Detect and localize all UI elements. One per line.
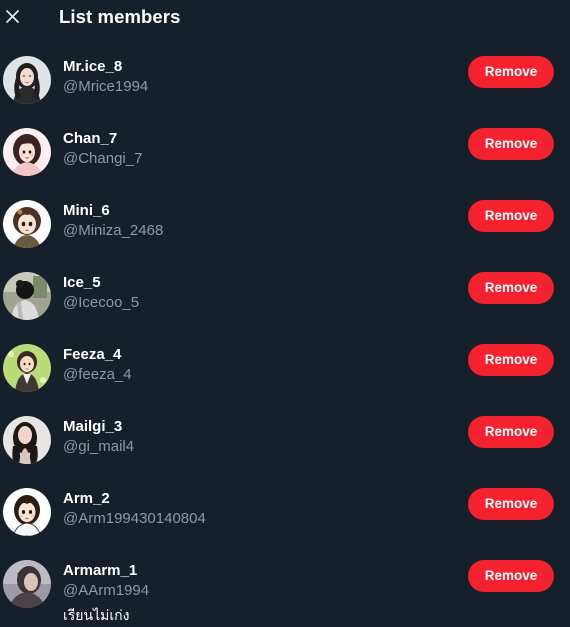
member-name[interactable]: Arm_2 — [63, 490, 110, 507]
list-members-page: List members Mr.ice_8 @Mrice1994 Remove — [0, 0, 570, 627]
member-name[interactable]: Mini_6 — [63, 202, 110, 219]
avatar[interactable] — [3, 56, 51, 104]
member-name[interactable]: Chan_7 — [63, 130, 117, 147]
member-name[interactable]: Feeza_4 — [63, 346, 121, 363]
member-handle[interactable]: @Arm199430140804 — [63, 510, 206, 527]
avatar[interactable] — [3, 416, 51, 464]
member-handle[interactable]: @Changi_7 — [63, 150, 142, 167]
avatar[interactable] — [3, 488, 51, 536]
member-name[interactable]: Mr.ice_8 — [63, 58, 122, 75]
avatar-image — [3, 128, 51, 176]
avatar[interactable] — [3, 200, 51, 248]
member-handle[interactable]: @AArm1994 — [63, 582, 149, 599]
avatar[interactable] — [3, 344, 51, 392]
remove-button[interactable]: Remove — [468, 560, 554, 592]
avatar-image — [3, 56, 51, 104]
avatar-image — [3, 488, 51, 536]
member-name[interactable]: Mailgi_3 — [63, 418, 122, 435]
member-handle[interactable]: @Icecoo_5 — [63, 294, 139, 311]
member-handle[interactable]: @feeza_4 — [63, 366, 132, 383]
avatar-image — [3, 272, 51, 320]
list-item[interactable]: Feeza_4 @feeza_4 Remove — [0, 344, 570, 416]
remove-button[interactable]: Remove — [468, 56, 554, 88]
avatar-image — [3, 560, 51, 608]
close-icon — [6, 10, 19, 23]
list-item[interactable]: Armarm_1 @AArm1994 เรียนไม่เก่ง Remove — [0, 560, 570, 627]
avatar[interactable] — [3, 272, 51, 320]
member-handle[interactable]: @Mrice1994 — [63, 78, 148, 95]
list-item[interactable]: Mr.ice_8 @Mrice1994 Remove — [0, 56, 570, 128]
remove-button[interactable]: Remove — [468, 272, 554, 304]
remove-button[interactable]: Remove — [468, 128, 554, 160]
avatar[interactable] — [3, 128, 51, 176]
member-name[interactable]: Armarm_1 — [63, 562, 137, 579]
remove-button[interactable]: Remove — [468, 416, 554, 448]
page-title: List members — [59, 6, 181, 27]
avatar-image — [3, 200, 51, 248]
header: List members — [0, 0, 570, 36]
list-item[interactable]: Arm_2 @Arm199430140804 Remove — [0, 488, 570, 560]
member-bio: เรียนไม่เก่ง — [63, 607, 130, 623]
list-item[interactable]: Mailgi_3 @gi_mail4 Remove — [0, 416, 570, 488]
list-item[interactable]: Mini_6 @Miniza_2468 Remove — [0, 200, 570, 272]
remove-button[interactable]: Remove — [468, 488, 554, 520]
close-button[interactable] — [3, 5, 23, 25]
avatar-image — [3, 416, 51, 464]
avatar[interactable] — [3, 560, 51, 608]
member-handle[interactable]: @Miniza_2468 — [63, 222, 163, 239]
remove-button[interactable]: Remove — [468, 200, 554, 232]
member-name[interactable]: Ice_5 — [63, 274, 101, 291]
list-item[interactable]: Ice_5 @Icecoo_5 Remove — [0, 272, 570, 344]
member-handle[interactable]: @gi_mail4 — [63, 438, 134, 455]
remove-button[interactable]: Remove — [468, 344, 554, 376]
avatar-image — [3, 344, 51, 392]
list-item[interactable]: Chan_7 @Changi_7 Remove — [0, 128, 570, 200]
